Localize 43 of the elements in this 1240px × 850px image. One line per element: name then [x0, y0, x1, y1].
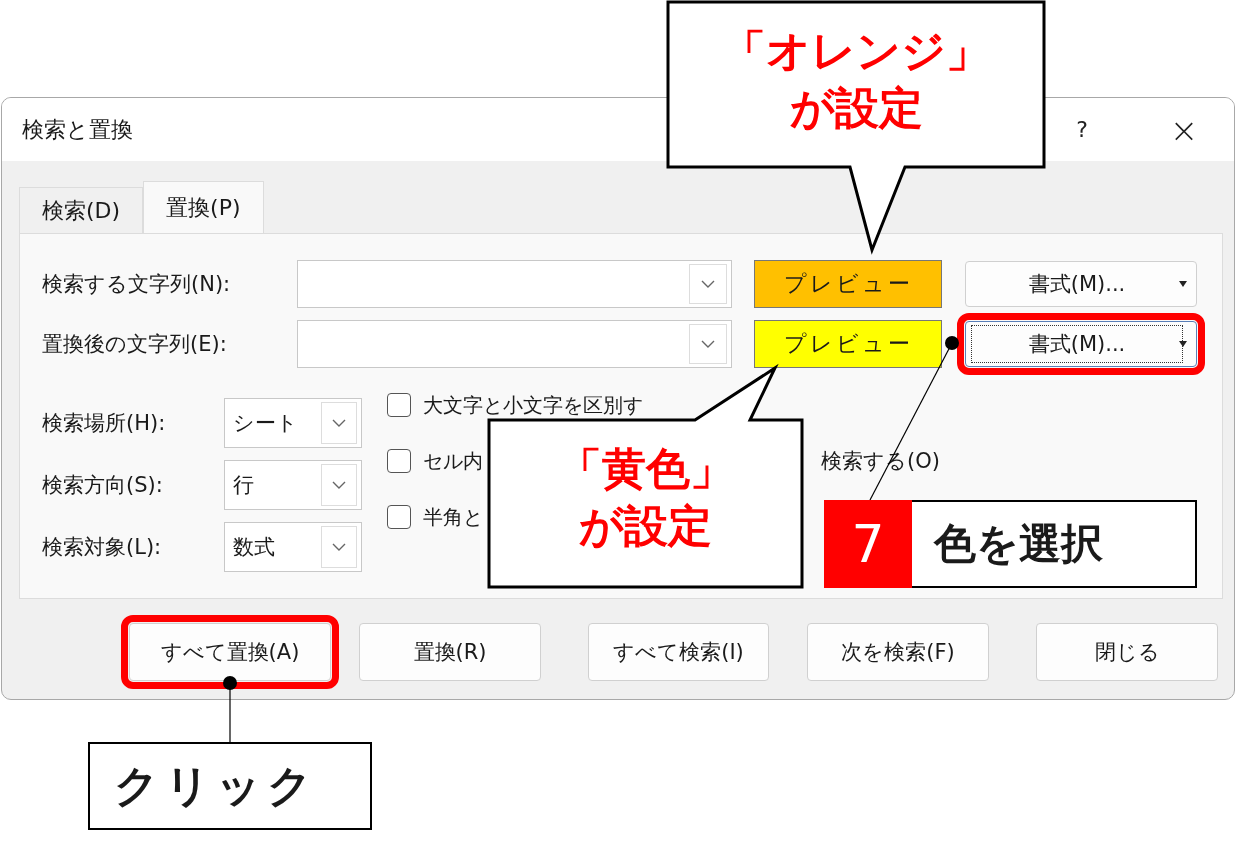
checkbox[interactable]: [387, 393, 411, 417]
dialog-button[interactable]: 閉じる: [1036, 623, 1218, 681]
click-label: クリック: [88, 742, 372, 830]
dialog-button[interactable]: 次を検索(F): [807, 623, 989, 681]
format-button[interactable]: 書式(M)...: [965, 261, 1197, 307]
dropdown[interactable]: シート: [224, 398, 362, 448]
close-button[interactable]: ×: [1154, 108, 1214, 151]
tab[interactable]: 置換(P): [143, 181, 264, 233]
caret-icon: [1178, 281, 1188, 287]
field-label: 検索する文字列(N):: [42, 271, 232, 298]
dialog-button[interactable]: すべて検索(I): [588, 623, 769, 681]
dialog-button[interactable]: 置換(R): [359, 623, 541, 681]
help-button[interactable]: ?: [1052, 116, 1112, 143]
chevron-down-icon: [701, 279, 715, 289]
checkbox-label: セル内: [423, 447, 483, 475]
checkbox[interactable]: [387, 449, 411, 473]
format-preview: プレビュー: [754, 320, 942, 368]
checkbox-label: 半角と: [423, 503, 483, 531]
callout-text: 「黄色」: [557, 442, 734, 496]
field-label: 置換後の文字列(E):: [42, 331, 228, 358]
option-label: 検索方向(S):: [42, 472, 164, 499]
chevron-down-icon: [701, 339, 715, 349]
combo-field[interactable]: [297, 320, 732, 368]
dropdown[interactable]: 行: [224, 460, 362, 510]
window-title: 検索と置換: [22, 115, 134, 144]
step-label: 色を選択: [912, 500, 1197, 588]
callout-text: が設定: [789, 81, 923, 136]
checkbox-label: 大文字と小文字を区別す: [423, 391, 643, 419]
callout-text: 「オレンジ」: [722, 24, 990, 78]
dropdown[interactable]: 数式: [224, 522, 362, 572]
option-label: 検索対象(L):: [42, 534, 163, 561]
option-label: 検索場所(H):: [42, 410, 167, 437]
chevron-down-icon: [332, 418, 346, 428]
callout-text: が設定: [579, 499, 712, 554]
leader-line: [223, 676, 237, 743]
checkbox[interactable]: [387, 505, 411, 529]
combo-field[interactable]: [297, 260, 732, 308]
format-preview: プレビュー: [754, 260, 942, 308]
caret-icon: [1178, 341, 1188, 347]
chevron-down-icon: [332, 542, 346, 552]
step-number: 7: [824, 500, 912, 588]
tab[interactable]: 検索(D): [19, 187, 144, 233]
chevron-down-icon: [332, 480, 346, 490]
